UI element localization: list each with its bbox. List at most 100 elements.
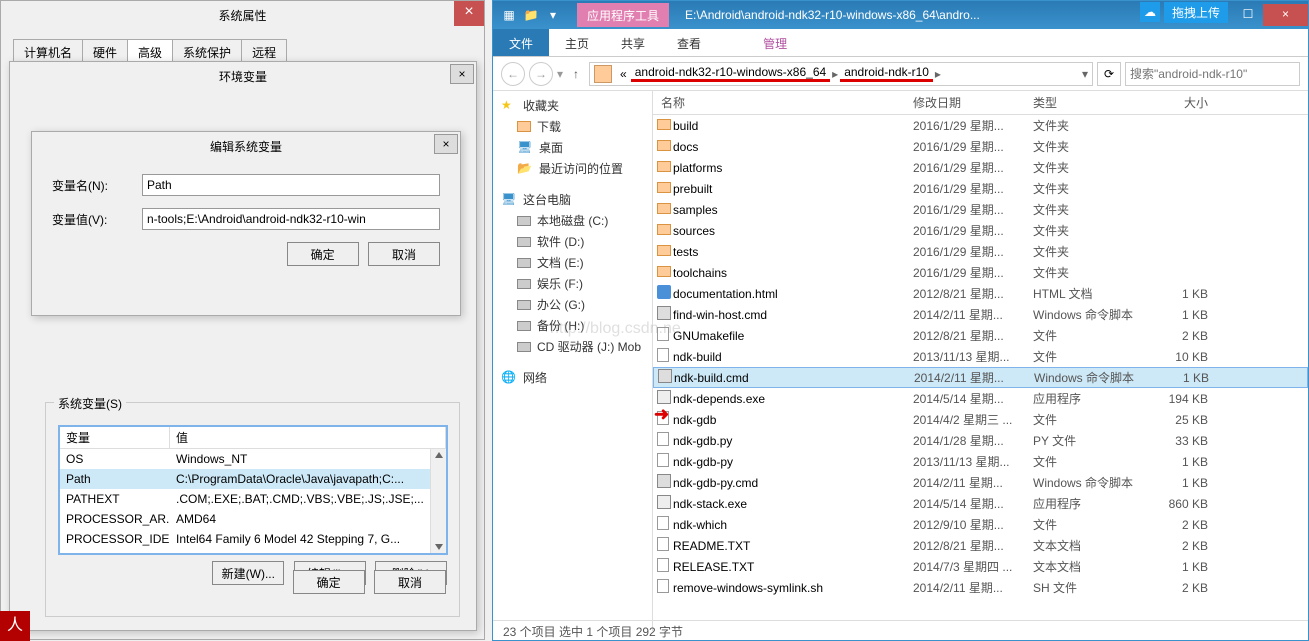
dropdown-icon[interactable]: ▾: [1082, 67, 1088, 81]
file-row[interactable]: sources2016/1/29 星期...文件夹: [653, 220, 1308, 241]
variable-row[interactable]: PROCESSOR_AR...AMD64: [60, 509, 446, 529]
back-button[interactable]: ←: [501, 62, 525, 86]
sidebar-item-drive[interactable]: 娱乐 (F:): [493, 273, 652, 294]
file-row[interactable]: ndk-gdb.py2014/1/28 星期...PY 文件33 KB: [653, 430, 1308, 451]
file-icon: [657, 453, 669, 467]
sidebar-item-downloads[interactable]: 下载: [493, 116, 652, 137]
ok-button[interactable]: 确定: [287, 242, 359, 266]
file-row[interactable]: docs2016/1/29 星期...文件夹: [653, 136, 1308, 157]
ok-button[interactable]: 确定: [293, 570, 365, 594]
file-row[interactable]: tests2016/1/29 星期...文件夹: [653, 241, 1308, 262]
tab-share[interactable]: 共享: [605, 29, 661, 56]
properties-icon[interactable]: ▦: [499, 5, 519, 25]
file-row[interactable]: find-win-host.cmd2014/2/11 星期...Windows …: [653, 304, 1308, 325]
cancel-button[interactable]: 取消: [374, 570, 446, 594]
navigation-bar: ← → ▾ ↑ « android-ndk32-r10-windows-x86_…: [493, 57, 1308, 91]
sidebar-item-drive[interactable]: CD 驱动器 (J:) Mob: [493, 336, 652, 357]
new-button[interactable]: 新建(W)...: [212, 561, 284, 585]
file-row[interactable]: README.TXT2012/8/21 星期...文本文档2 KB: [653, 535, 1308, 556]
forward-button[interactable]: →: [529, 62, 553, 86]
breadcrumb-prefix[interactable]: «: [616, 67, 631, 81]
file-row[interactable]: ndk-gdb-py.cmd2014/2/11 星期...Windows 命令脚…: [653, 472, 1308, 493]
sidebar-item-recent[interactable]: 📂最近访问的位置: [493, 158, 652, 179]
tab-file[interactable]: 文件: [493, 29, 549, 56]
file-row[interactable]: ndk-gdb2014/4/2 星期三 ...文件25 KB: [653, 409, 1308, 430]
refresh-button[interactable]: ⟳: [1097, 62, 1121, 86]
file-row[interactable]: ndk-gdb-py2013/11/13 星期...文件1 KB: [653, 451, 1308, 472]
sidebar-item-favorites[interactable]: ★收藏夹: [493, 95, 652, 116]
tab-manage[interactable]: 管理: [747, 29, 803, 56]
tab-home[interactable]: 主页: [549, 29, 605, 56]
folder-icon: [657, 161, 671, 172]
sidebar-item-desktop[interactable]: 🖥桌面: [493, 137, 652, 158]
close-icon[interactable]: ×: [454, 1, 484, 26]
dropdown-icon[interactable]: ▾: [543, 5, 563, 25]
drag-upload-button[interactable]: 拖拽上传: [1164, 2, 1228, 23]
system-variables-list[interactable]: 变量 值 OSWindows_NTPathC:\ProgramData\Orac…: [58, 425, 448, 555]
sysvar-group-label: 系统变量(S): [54, 395, 126, 412]
column-name[interactable]: 名称: [653, 94, 913, 111]
sidebar-item-drive[interactable]: 办公 (G:): [493, 294, 652, 315]
file-row[interactable]: build2016/1/29 星期...文件夹: [653, 115, 1308, 136]
up-button[interactable]: ↑: [567, 67, 585, 81]
explorer-titlebar[interactable]: ▦ 📁 ▾ 应用程序工具 E:\Android\android-ndk32-r1…: [493, 1, 1308, 29]
file-row[interactable]: toolchains2016/1/29 星期...文件夹: [653, 262, 1308, 283]
file-row[interactable]: ndk-depends.exe2014/5/14 星期...应用程序194 KB: [653, 388, 1308, 409]
col-variable[interactable]: 变量: [60, 427, 170, 448]
file-row[interactable]: remove-windows-symlink.sh2014/2/11 星期...…: [653, 577, 1308, 598]
history-dropdown-icon[interactable]: ▾: [557, 67, 563, 81]
file-row[interactable]: platforms2016/1/29 星期...文件夹: [653, 157, 1308, 178]
chevron-right-icon[interactable]: ▸: [933, 67, 943, 81]
col-value[interactable]: 值: [170, 427, 446, 448]
file-row[interactable]: prebuilt2016/1/29 星期...文件夹: [653, 178, 1308, 199]
sidebar-item-drive[interactable]: 文档 (E:): [493, 252, 652, 273]
sidebar-item-network[interactable]: 🌐网络: [493, 367, 652, 388]
file-row[interactable]: ndk-build.cmd2014/2/11 星期...Windows 命令脚本…: [653, 367, 1308, 388]
variable-row[interactable]: PathC:\ProgramData\Oracle\Java\javapath;…: [60, 469, 446, 489]
folder-icon: [657, 266, 671, 277]
variable-row[interactable]: OSWindows_NT: [60, 449, 446, 469]
breadcrumb-segment[interactable]: android-ndk32-r10-windows-x86_64: [631, 65, 830, 82]
close-button[interactable]: ×: [1263, 4, 1308, 26]
breadcrumb[interactable]: « android-ndk32-r10-windows-x86_64 ▸ and…: [589, 62, 1093, 86]
close-icon[interactable]: ×: [450, 64, 474, 84]
file-row[interactable]: samples2016/1/29 星期...文件夹: [653, 199, 1308, 220]
file-row[interactable]: ndk-stack.exe2014/5/14 星期...应用程序860 KB: [653, 493, 1308, 514]
breadcrumb-segment[interactable]: android-ndk-r10: [840, 65, 933, 82]
folder-icon: [657, 203, 671, 214]
variable-value-input[interactable]: [142, 208, 440, 230]
variable-value-label: 变量值(V):: [52, 211, 142, 228]
file-row[interactable]: ndk-which2012/9/10 星期...文件2 KB: [653, 514, 1308, 535]
adobe-icon[interactable]: 人: [0, 611, 30, 641]
cancel-button[interactable]: 取消: [368, 242, 440, 266]
column-type[interactable]: 类型: [1033, 94, 1148, 111]
sidebar-item-drive[interactable]: 软件 (D:): [493, 231, 652, 252]
column-date[interactable]: 修改日期: [913, 94, 1033, 111]
sidebar-item-drive[interactable]: 备份 (H:): [493, 315, 652, 336]
file-row[interactable]: documentation.html2012/8/21 星期...HTML 文档…: [653, 283, 1308, 304]
scrollbar[interactable]: [430, 449, 446, 553]
chevron-right-icon[interactable]: ▸: [830, 67, 840, 81]
file-list-pane: 名称 修改日期 类型 大小 build2016/1/29 星期...文件夹doc…: [653, 91, 1308, 631]
search-input[interactable]: [1125, 62, 1300, 86]
cloud-icon[interactable]: ☁: [1140, 2, 1160, 22]
cmd-icon: [657, 474, 671, 488]
column-size[interactable]: 大小: [1148, 94, 1218, 111]
close-icon[interactable]: ×: [434, 134, 458, 154]
file-row[interactable]: GNUmakefile2012/8/21 星期...文件2 KB: [653, 325, 1308, 346]
variable-row[interactable]: PATHEXT.COM;.EXE;.BAT;.CMD;.VBS;.VBE;.JS…: [60, 489, 446, 509]
exe-icon: [657, 495, 671, 509]
tab-view[interactable]: 查看: [661, 29, 717, 56]
variable-row[interactable]: PROCESSOR_IDE...Intel64 Family 6 Model 4…: [60, 529, 446, 549]
maximize-button[interactable]: ☐: [1233, 4, 1263, 26]
sidebar-item-drive[interactable]: 本地磁盘 (C:): [493, 210, 652, 231]
variable-name-input[interactable]: [142, 174, 440, 196]
file-row[interactable]: RELEASE.TXT2014/7/3 星期四 ...文本文档1 KB: [653, 556, 1308, 577]
navigation-sidebar: ★收藏夹 下载 🖥桌面 📂最近访问的位置 🖥这台电脑 本地磁盘 (C:)软件 (…: [493, 91, 653, 631]
folder-icon[interactable]: 📁: [521, 5, 541, 25]
ribbon-context-tab: 应用程序工具: [577, 3, 669, 27]
sidebar-item-thispc[interactable]: 🖥这台电脑: [493, 189, 652, 210]
file-row[interactable]: ndk-build2013/11/13 星期...文件10 KB: [653, 346, 1308, 367]
file-icon: [657, 516, 669, 530]
editdialog-titlebar: 编辑系统变量 ×: [32, 132, 460, 162]
